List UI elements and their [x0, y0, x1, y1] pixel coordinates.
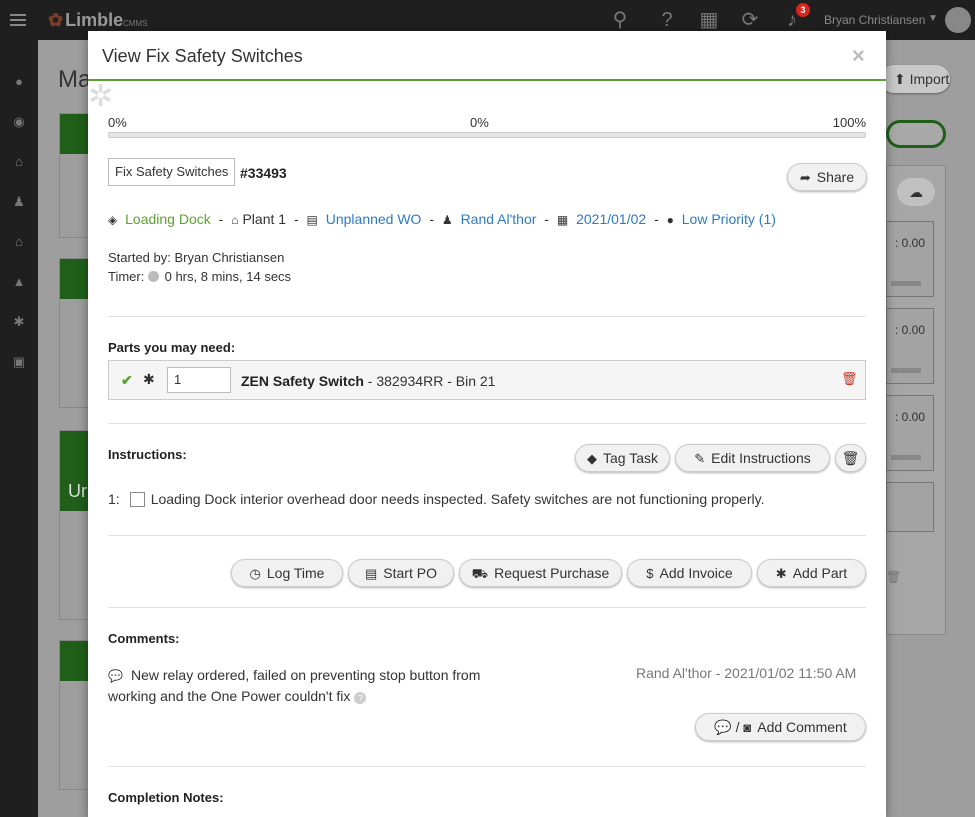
cart-icon: ⛟: [471, 566, 489, 581]
asset-icon[interactable]: ⌂: [9, 232, 29, 252]
start-po-button[interactable]: ▤ Start PO: [348, 559, 454, 587]
form-icon: ▤: [306, 213, 318, 227]
close-icon[interactable]: ×: [852, 43, 865, 69]
part-row: ✔ ✱ 1 ZEN Safety Switch - 382934RR - Bin…: [108, 360, 866, 400]
gear-spinner-icon: ✲: [88, 80, 114, 113]
caret-down-icon[interactable]: ▼: [928, 13, 938, 24]
clock-icon: ◷: [249, 566, 261, 581]
location-link[interactable]: Loading Dock: [125, 211, 211, 227]
assignee-link[interactable]: Rand Al'thor: [461, 211, 537, 227]
priority-link[interactable]: Low Priority (1): [682, 211, 776, 227]
trash-icon[interactable]: 🗑: [841, 371, 858, 387]
bg-stat-box: : 0.00: [886, 221, 934, 297]
pause-icon[interactable]: [147, 271, 159, 282]
divider: [108, 766, 866, 767]
divider: [108, 316, 866, 317]
share-icon: ➦: [799, 170, 811, 185]
completion-notes-title: Completion Notes:: [108, 790, 224, 805]
user-icon[interactable]: ♟: [9, 192, 29, 212]
task-id: #33493: [240, 165, 287, 181]
comment-item: 💬 New relay ordered, failed on preventing…: [108, 667, 481, 704]
divider: [108, 607, 866, 608]
wrench-icon: ✎: [694, 451, 706, 466]
cloud-icon[interactable]: ☁: [897, 178, 935, 206]
progress-bar: [108, 132, 866, 138]
cube-icon: ◈: [108, 213, 118, 227]
dashboard-icon[interactable]: ◉: [9, 112, 29, 132]
calendar-icon: ▦: [556, 213, 569, 227]
started-by: Started by: Bryan Christiansen: [108, 250, 285, 265]
warning-icon[interactable]: ▲: [9, 272, 29, 292]
help-icon[interactable]: ?: [655, 8, 679, 32]
tag-icon: ◆: [587, 451, 597, 466]
part-quantity-input[interactable]: 1: [167, 367, 231, 393]
log-time-button[interactable]: ◷ Log Time: [231, 559, 343, 587]
bg-trash-icon: 🗑: [886, 570, 902, 584]
search-icon[interactable]: ⚲: [608, 8, 632, 32]
task-meta-row: ◈ Loading Dock - ⌂ Plant 1 - ▤ Unplanned …: [108, 211, 776, 227]
comments-title: Comments:: [108, 631, 180, 646]
bg-stat-box: : 0.00: [886, 308, 934, 384]
instructions-title: Instructions:: [108, 447, 187, 462]
camera-icon: ◙: [743, 720, 752, 735]
gear-icon[interactable]: ✱: [143, 371, 155, 388]
delete-instructions-button[interactable]: 🗑: [835, 444, 866, 472]
add-invoice-button[interactable]: $ Add Invoice: [627, 559, 752, 587]
asset-name: Plant 1: [242, 211, 287, 227]
page-title: Ma: [58, 66, 92, 93]
home-icon[interactable]: ⌂: [9, 152, 29, 172]
comment-author-time: Rand Al'thor - 2021/01/02 11:50 AM: [636, 665, 857, 681]
document-icon: ▤: [365, 566, 378, 581]
part-name: ZEN Safety Switch - 382934RR - Bin 21: [241, 373, 496, 389]
import-button[interactable]: ⬆ Import: [880, 65, 950, 93]
add-part-button[interactable]: ✱ Add Part: [757, 559, 866, 587]
instruction-item: 1: Loading Dock interior overhead door ne…: [108, 491, 765, 507]
bg-stat-box: : 0.00: [886, 395, 934, 471]
home-icon: ⌂: [231, 213, 239, 227]
modal-title: View Fix Safety Switches: [102, 46, 303, 66]
bg-stat-box: [886, 482, 934, 532]
avatar[interactable]: [945, 7, 971, 33]
add-comment-button[interactable]: 💬 / ◙ Add Comment: [695, 713, 866, 741]
help-icon[interactable]: ?: [354, 692, 367, 704]
refresh-icon[interactable]: ⟳: [738, 8, 762, 32]
type-link[interactable]: Unplanned WO: [326, 211, 422, 227]
gear-icon[interactable]: ✱: [9, 312, 29, 332]
money-icon[interactable]: ▣: [9, 352, 29, 372]
comment-icon: 💬: [108, 669, 123, 683]
gear-icon: ✱: [775, 566, 787, 581]
divider: [108, 535, 866, 536]
check-icon[interactable]: ✔: [121, 372, 133, 389]
instruction-checkbox[interactable]: [129, 492, 145, 507]
due-date-link[interactable]: 2021/01/02: [576, 211, 646, 227]
share-button[interactable]: ➦ Share: [787, 163, 867, 191]
parts-title: Parts you may need:: [108, 340, 236, 355]
dollar-icon: $: [646, 566, 654, 581]
import-icon: ⬆: [894, 71, 910, 87]
limble-flower-icon: ✿: [48, 10, 64, 30]
task-name-field[interactable]: Fix Safety Switches: [108, 158, 236, 186]
user-icon: ♟: [441, 213, 453, 227]
tag-task-button[interactable]: ◆ Tag Task: [575, 444, 670, 472]
request-purchase-button[interactable]: ⛟ Request Purchase: [459, 559, 622, 587]
sidebar: ● ◉ ⌂ ♟ ⌂ ▲ ✱ ▣: [0, 40, 38, 817]
notification-badge: 3: [796, 3, 810, 17]
timer: Timer: 0 hrs, 8 mins, 14 secs: [108, 269, 292, 284]
bg-search-input: [886, 120, 946, 148]
trash-icon: 🗑: [841, 450, 860, 466]
app-logo[interactable]: ✿ LimbleCMMS: [48, 10, 148, 31]
edit-instructions-button[interactable]: ✎ Edit Instructions: [675, 444, 830, 472]
language-icon[interactable]: ▦: [697, 8, 721, 32]
priority-icon: ●: [666, 213, 674, 227]
menu-icon[interactable]: [10, 14, 26, 26]
task-modal: View Fix Safety Switches × ✲ 0% 0% 100% …: [88, 31, 886, 817]
globe-icon[interactable]: ●: [9, 72, 29, 92]
comment-icon: 💬: [714, 719, 732, 735]
modal-header: View Fix Safety Switches ×: [88, 31, 886, 81]
user-name[interactable]: Bryan Christiansen: [824, 13, 925, 27]
divider: [108, 423, 866, 424]
